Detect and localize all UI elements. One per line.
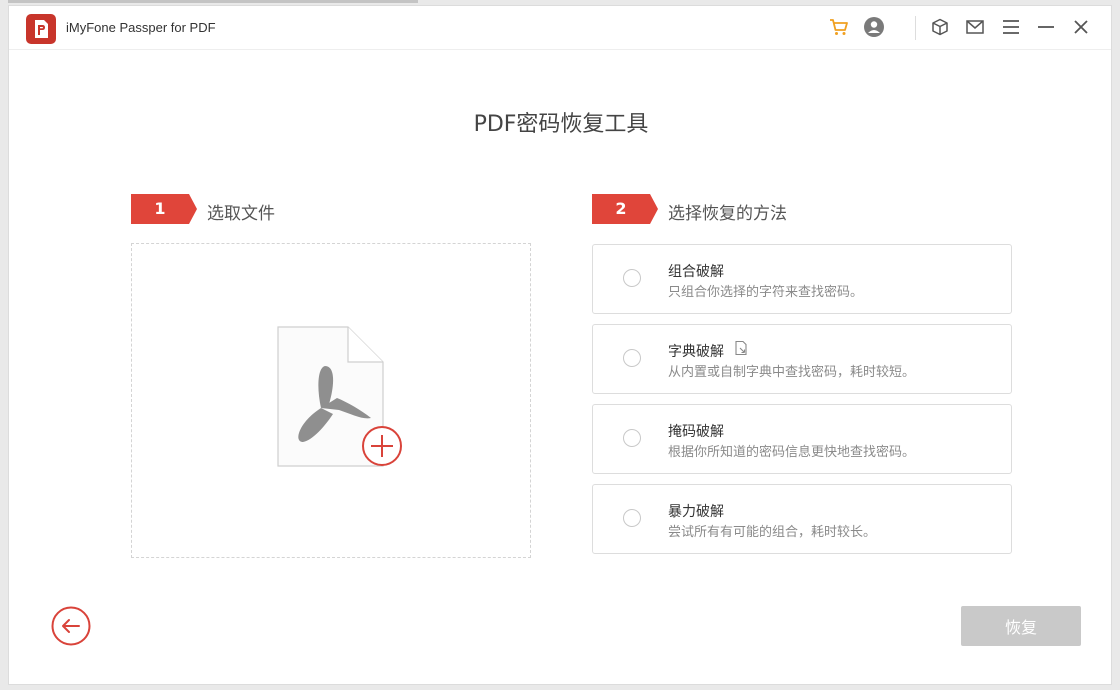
box-icon[interactable] <box>929 16 951 38</box>
cart-icon[interactable] <box>828 16 850 38</box>
mail-icon[interactable] <box>964 16 986 38</box>
method-description: 只组合你选择的字符来查找密码。 <box>668 285 864 300</box>
close-icon[interactable] <box>1070 16 1092 38</box>
add-pdf-icon[interactable] <box>277 326 407 471</box>
step-1-number: 1 <box>154 199 166 218</box>
page-title: PDF密码恢复工具 <box>473 112 649 137</box>
file-drop-zone[interactable] <box>131 243 531 558</box>
back-button[interactable] <box>51 606 91 646</box>
title-bar: iMyFone Passper for PDF <box>9 6 1111 50</box>
method-option-combination[interactable]: 组合破解 只组合你选择的字符来查找密码。 <box>592 244 1012 314</box>
method-radio[interactable] <box>623 429 641 447</box>
step-2-label: 选择恢复的方法 <box>668 204 787 224</box>
dictionary-file-icon[interactable] <box>733 340 749 356</box>
window-top-indicator <box>8 0 418 3</box>
titlebar-divider <box>915 16 916 40</box>
account-icon[interactable] <box>863 16 885 38</box>
step-1-label: 选取文件 <box>207 204 275 224</box>
app-logo-icon <box>26 14 56 44</box>
method-description: 尝试所有有可能的组合，耗时较长。 <box>668 525 877 540</box>
method-title: 字典破解 <box>668 344 724 360</box>
method-option-mask[interactable]: 掩码破解 根据你所知道的密码信息更快地查找密码。 <box>592 404 1012 474</box>
method-title: 暴力破解 <box>668 504 724 520</box>
method-option-dictionary[interactable]: 字典破解 从内置或自制字典中查找密码，耗时较短。 <box>592 324 1012 394</box>
method-radio[interactable] <box>623 509 641 527</box>
minimize-icon[interactable] <box>1035 16 1057 38</box>
method-radio[interactable] <box>623 269 641 287</box>
menu-icon[interactable] <box>1000 16 1022 38</box>
method-description: 从内置或自制字典中查找密码，耗时较短。 <box>668 365 916 380</box>
method-title: 掩码破解 <box>668 424 724 440</box>
app-window: iMyFone Passper for PDF PDF密码恢复工具 1 选取文件… <box>8 5 1112 685</box>
recover-button[interactable]: 恢复 <box>961 606 1081 646</box>
app-title: iMyFone Passper for PDF <box>66 20 216 35</box>
method-option-brute-force[interactable]: 暴力破解 尝试所有有可能的组合，耗时较长。 <box>592 484 1012 554</box>
method-title: 组合破解 <box>668 264 724 280</box>
method-radio[interactable] <box>623 349 641 367</box>
step-2-number: 2 <box>615 199 627 218</box>
method-description: 根据你所知道的密码信息更快地查找密码。 <box>668 445 916 460</box>
